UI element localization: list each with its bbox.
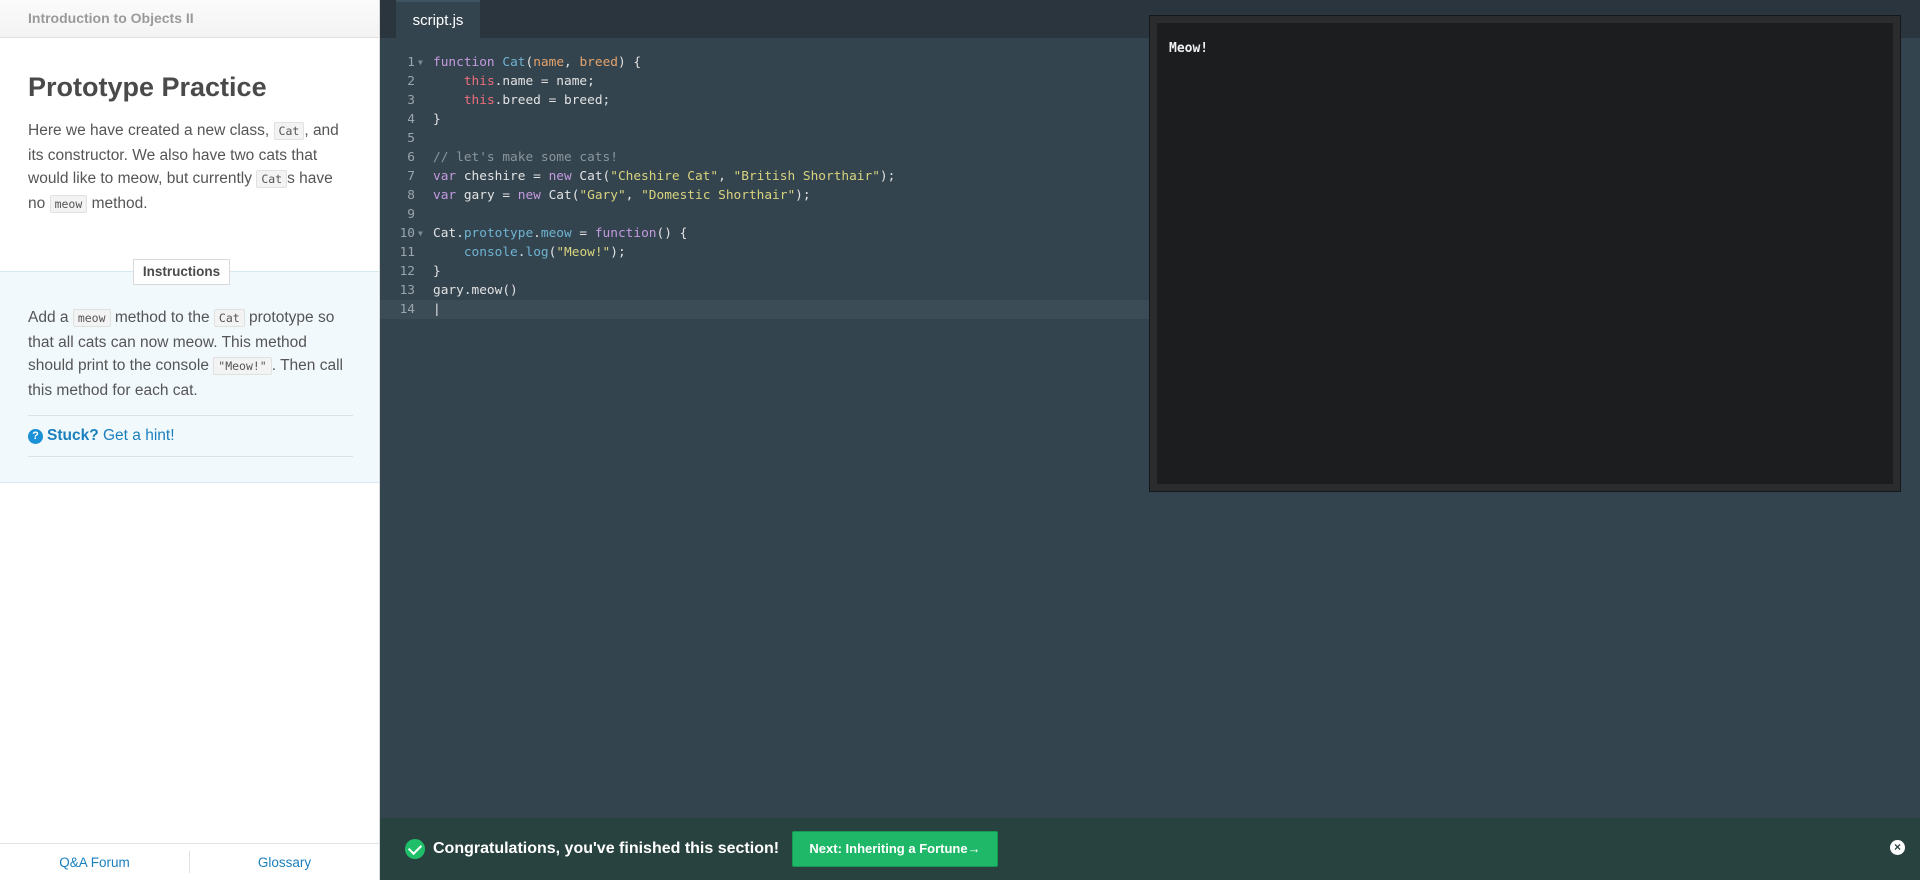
line-number: 8 (407, 188, 415, 203)
inline-code: "Meow!" (213, 357, 272, 375)
hint-row[interactable]: ? Stuck? Get a hint! (28, 415, 353, 457)
line-number: 12 (399, 264, 415, 279)
tab-script-js[interactable]: script.js (396, 0, 480, 38)
line-number: 14 (399, 302, 415, 317)
console-output: Meow! (1169, 41, 1209, 56)
line-number: 5 (407, 131, 415, 146)
lesson-content: Prototype Practice Here we have created … (0, 38, 379, 216)
text-cursor: | (433, 302, 441, 317)
code-text: } (433, 112, 441, 127)
code-text: Cat.prototype.meow = function() { (433, 226, 688, 241)
output-console: Meow! (1150, 16, 1900, 491)
code-text: } (433, 264, 441, 279)
success-message: Congratulations, you've finished this se… (433, 840, 780, 857)
lesson-description: Here we have created a new class, Cat, a… (28, 119, 351, 216)
close-icon[interactable]: × (1890, 840, 1905, 855)
code-text: var gary = new Cat("Gary", "Domestic Sho… (433, 188, 811, 203)
code-text: gary.meow() (433, 283, 518, 298)
lesson-text: Here we have created a new class, (28, 122, 274, 139)
qa-forum-link[interactable]: Q&A Forum (0, 855, 189, 870)
line-number: 2 (407, 74, 415, 89)
lesson-title: Prototype Practice (28, 72, 267, 102)
line-number: 13 (399, 283, 415, 298)
code-text: function Cat(name, breed) { (433, 55, 642, 70)
course-title: Introduction to Objects II (0, 0, 379, 38)
code-text: var cheshire = new Cat("Cheshire Cat", "… (433, 169, 896, 184)
line-number: 3 (407, 93, 415, 108)
hint-label: Stuck? (47, 427, 99, 444)
instructions-text: Add a meow method to the Cat prototype s… (28, 306, 353, 402)
inline-code: meow (72, 309, 111, 327)
instructions-tab: Instructions (133, 259, 230, 285)
fold-arrow-icon[interactable]: ▼ (418, 224, 423, 243)
line-number: 11 (399, 245, 415, 260)
inline-code: Cat (273, 122, 305, 140)
check-circle-icon (405, 839, 425, 859)
line-number: 10 (399, 226, 415, 241)
success-bar: Congratulations, you've finished this se… (380, 818, 1920, 880)
instr-text: Add a (28, 309, 73, 326)
line-number: 7 (407, 169, 415, 184)
code-text: console.log("Meow!"); (463, 245, 626, 260)
instr-text: method to the (110, 309, 214, 326)
glossary-link[interactable]: Glossary (190, 855, 379, 870)
inline-code: Cat (256, 170, 288, 188)
line-number: 6 (407, 150, 415, 165)
lesson-footer: Q&A Forum Glossary (0, 843, 379, 880)
line-number: 1 (407, 55, 415, 70)
inline-code: meow (49, 194, 88, 213)
instructions-section: Instructions Add a meow method to the Ca… (0, 259, 379, 483)
code-text: // let's make some cats! (433, 150, 618, 165)
fold-arrow-icon[interactable]: ▼ (418, 53, 423, 72)
code-editor[interactable]: 1 ▼ function Cat(name, breed) { 2 this.nam… (380, 38, 1380, 818)
next-lesson-button[interactable]: Next: Inheriting a Fortune→ (792, 831, 998, 867)
code-text: this.name = name; (463, 74, 595, 89)
lesson-text: method. (87, 194, 148, 212)
line-number: 9 (407, 207, 415, 222)
inline-code: Cat (213, 309, 245, 327)
question-icon: ? (28, 429, 43, 444)
line-number: 4 (407, 112, 415, 127)
get-hint-link[interactable]: Get a hint! (103, 427, 175, 444)
code-text: this.breed = breed; (463, 93, 611, 108)
lesson-panel: Introduction to Objects II Prototype Pra… (0, 0, 380, 880)
